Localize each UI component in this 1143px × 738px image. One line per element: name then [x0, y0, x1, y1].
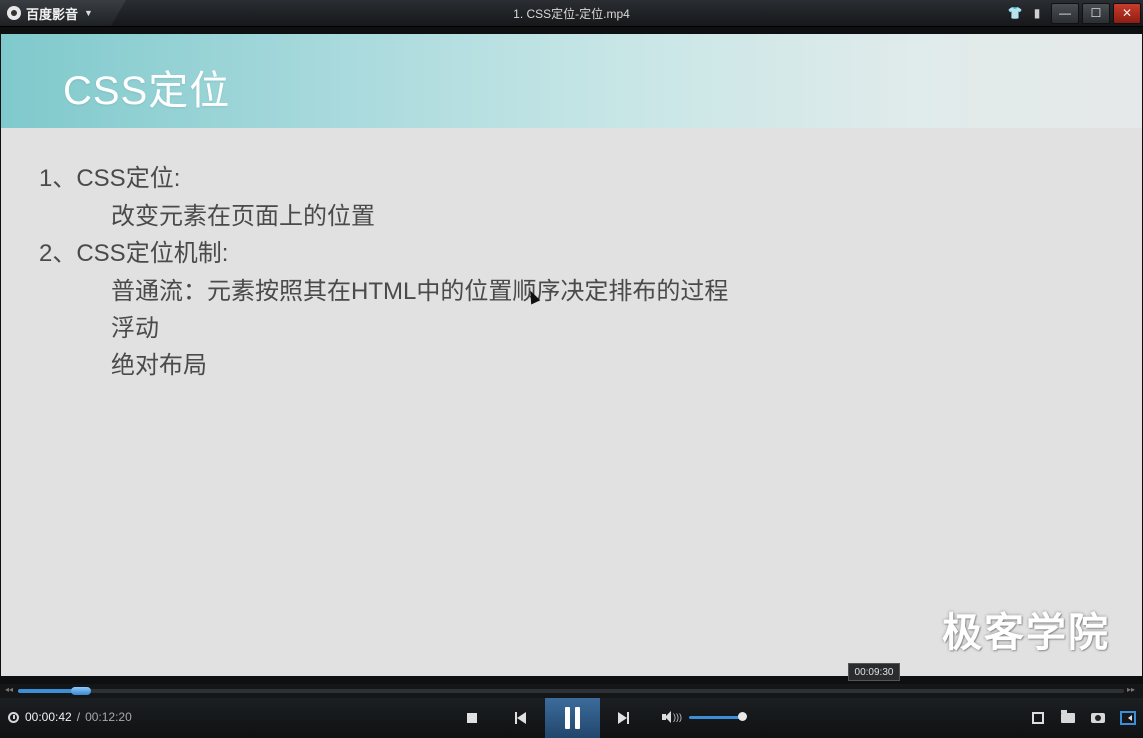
rewind-icon[interactable]: ◂◂: [5, 685, 13, 694]
fullscreen-icon: [1032, 712, 1044, 724]
watermark-logo: 极客学院: [942, 611, 1110, 655]
seek-bar[interactable]: [18, 687, 1124, 695]
total-time: 00:12:20: [85, 710, 132, 724]
playlist-toggle-button[interactable]: [1113, 698, 1143, 738]
title-bar: 百度影音 ▼ 1. CSS定位-定位.mp4 👕 ▮ — ☐ ✕: [0, 0, 1143, 27]
slide-line-5: 浮动: [111, 315, 159, 342]
skip-previous-icon: [514, 712, 526, 724]
player-window: 百度影音 ▼ 1. CSS定位-定位.mp4 👕 ▮ — ☐ ✕ CSS定位 1…: [0, 0, 1143, 738]
fast-forward-icon[interactable]: ▸▸: [1127, 685, 1135, 694]
seek-bar-handle[interactable]: [71, 687, 92, 695]
open-file-button[interactable]: [1053, 698, 1083, 738]
pause-icon: [563, 707, 583, 729]
volume-icon[interactable]: ))): [662, 711, 682, 723]
volume-slider-handle[interactable]: [738, 712, 747, 721]
stop-icon: [467, 713, 477, 723]
slide-line-3: 2、CSS定位机制:: [39, 240, 229, 267]
control-bar: 00:00:42 / 00:12:20 ))): [0, 698, 1143, 738]
time-separator: /: [76, 710, 81, 724]
maximize-button[interactable]: ☐: [1082, 2, 1110, 24]
stop-button[interactable]: [458, 698, 486, 738]
side-panel-icon: [1120, 711, 1136, 725]
video-area[interactable]: CSS定位 1、CSS定位: 改变元素在页面上的位置 2、CSS定位机制: 普通…: [1, 34, 1142, 676]
slide-line-6: 绝对布局: [111, 352, 207, 379]
window-title: 1. CSS定位-定位.mp4: [513, 7, 630, 21]
previous-button[interactable]: [505, 698, 535, 738]
title-bar-buttons: 👕 ▮ — ☐ ✕: [1004, 2, 1143, 24]
next-button[interactable]: [608, 698, 638, 738]
slide-line-1: 1、CSS定位:: [39, 165, 181, 192]
right-tools: [1023, 698, 1143, 738]
close-button[interactable]: ✕: [1113, 2, 1141, 24]
shirt-icon[interactable]: 👕: [1004, 2, 1026, 24]
seek-hover-time: 00:09:30: [848, 663, 900, 681]
camera-icon: [1091, 713, 1105, 723]
current-time: 00:00:42: [25, 710, 72, 724]
clock-icon: [8, 711, 19, 723]
folder-icon: [1061, 710, 1075, 723]
speech-bubble-icon[interactable]: ▮: [1026, 2, 1048, 24]
volume-slider[interactable]: [689, 716, 743, 719]
slide-body: 1、CSS定位: 改变元素在页面上的位置 2、CSS定位机制: 普通流：元素按照…: [1, 128, 1142, 676]
skip-next-icon: [617, 712, 629, 724]
fullscreen-button[interactable]: [1023, 698, 1053, 738]
slide-line-4: 普通流：元素按照其在HTML中的位置顺序决定排布的过程: [111, 278, 729, 305]
slide-header: CSS定位: [1, 34, 1142, 128]
slide-title: CSS定位: [63, 69, 231, 113]
time-display: 00:00:42 / 00:12:20: [8, 710, 132, 724]
pause-button[interactable]: [545, 698, 600, 738]
screenshot-button[interactable]: [1083, 698, 1113, 738]
seek-row: ◂◂ ▸▸: [0, 684, 1143, 698]
minimize-button[interactable]: —: [1051, 2, 1079, 24]
slide-line-2: 改变元素在页面上的位置: [111, 203, 375, 230]
